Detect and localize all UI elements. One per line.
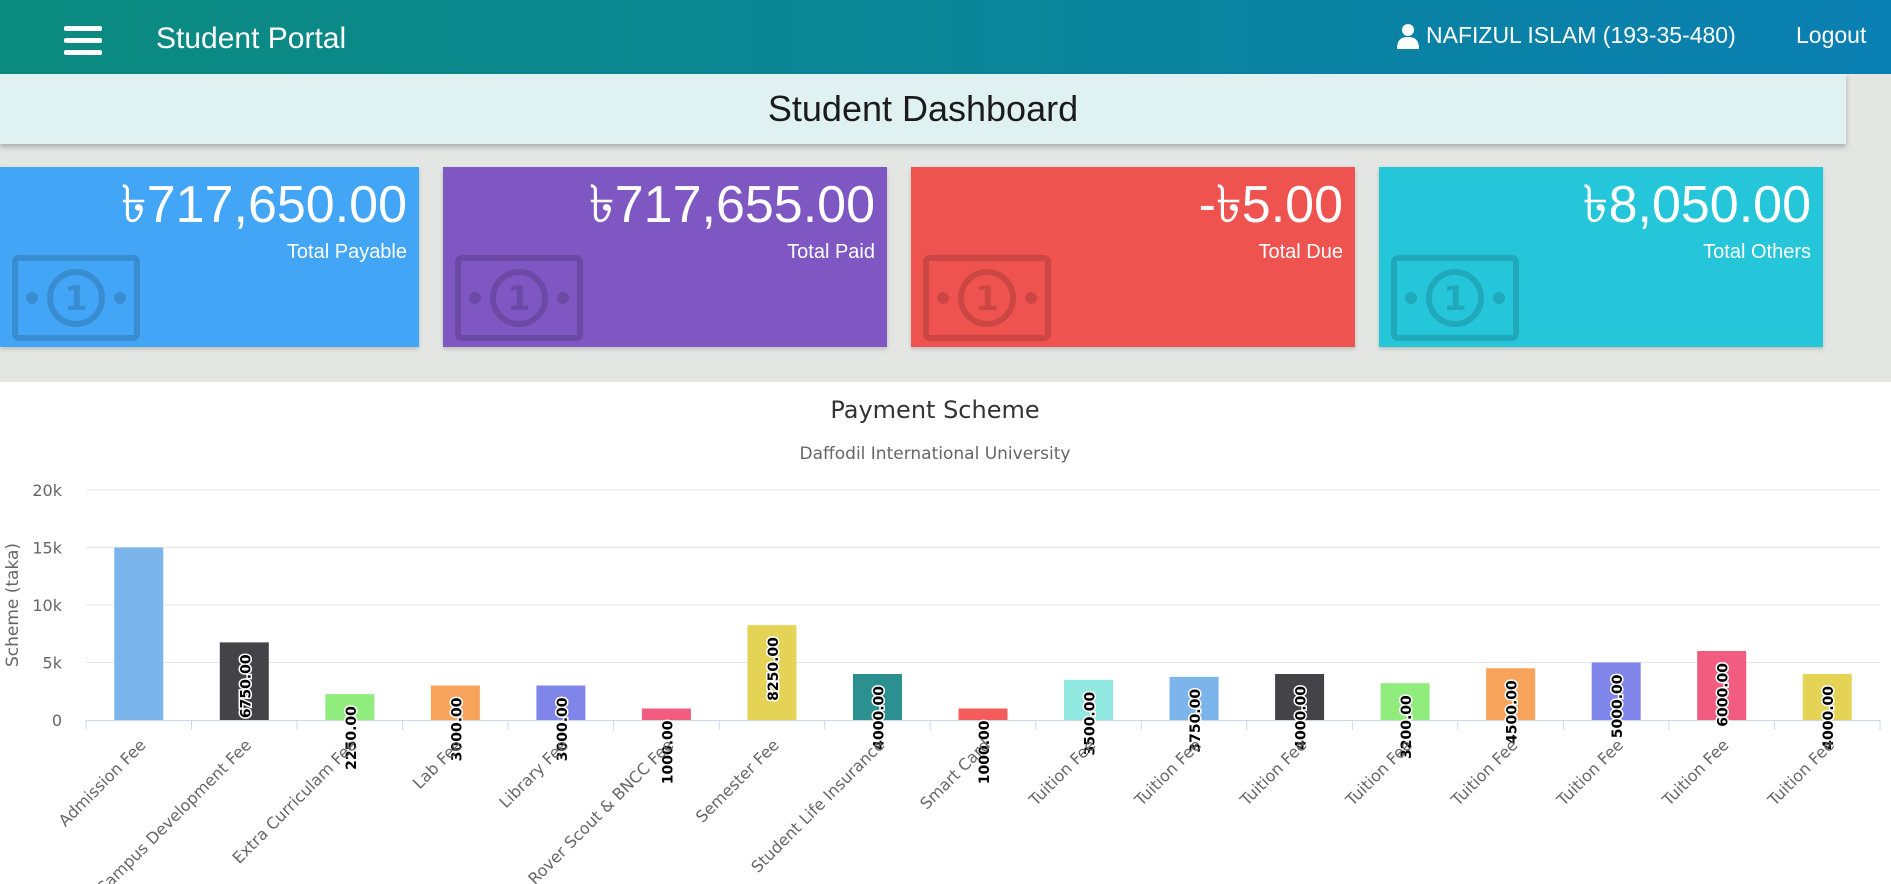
y-tick-label: 5k (43, 654, 63, 673)
total-paid-amount: ৳717,655.00 (588, 176, 875, 234)
data-label: 6750.00 (238, 654, 254, 718)
total-due-label: Total Due (1258, 241, 1344, 263)
y-tick-label: 20k (32, 481, 62, 500)
x-category-label: Tuition Fee (1447, 735, 1522, 810)
y-tick-label: 0 (52, 711, 62, 730)
bar (641, 708, 691, 720)
money-bill-icon: 1 (923, 255, 1051, 341)
total-payable-label: Total Payable (286, 241, 407, 263)
y-tick-label: 10k (32, 596, 62, 615)
total-others-card: 1 ৳8,050.00 Total Others (1379, 167, 1823, 347)
x-category-label: Tuition Fee (1341, 735, 1416, 810)
svg-text:1: 1 (507, 279, 531, 319)
bar (958, 708, 1008, 720)
x-category-label: Tuition Fee (1763, 735, 1838, 810)
x-category-label: Semester Fee (692, 735, 783, 826)
svg-text:1: 1 (64, 279, 88, 319)
page-title: Student Dashboard (767, 88, 1079, 129)
total-payable-card: 1 ৳717,650.00 Total Payable (0, 167, 419, 347)
total-paid-label: Total Paid (787, 241, 875, 263)
x-category-label: Tuition Fee (1025, 735, 1100, 810)
x-category-label: Admission Fee (55, 735, 150, 830)
total-due-card: 1 -৳5.00 Total Due (911, 167, 1355, 347)
user-menu[interactable]: NAFIZUL ISLAM (193-35-480) (1396, 22, 1736, 49)
user-name: NAFIZUL ISLAM (193-35-480) (1426, 22, 1736, 48)
hamburger-icon[interactable] (64, 26, 102, 56)
total-payable-amount: ৳717,650.00 (120, 176, 407, 234)
x-category-label: Tuition Fee (1552, 735, 1627, 810)
logout-link[interactable]: Logout (1796, 22, 1866, 49)
data-label: 5000.00 (1610, 674, 1626, 738)
chart-plot: 0 5k 10k 15k 20k Scheme (taka) Admission Fee 67… (3, 481, 1881, 884)
total-paid-card: 1 ৳717,655.00 Total Paid (443, 167, 887, 347)
app-title[interactable]: Student Portal (156, 22, 346, 56)
svg-text:1: 1 (975, 279, 999, 319)
total-due-amount: -৳5.00 (1198, 176, 1343, 234)
x-category-label: Tuition Fee (1236, 735, 1311, 810)
y-tick-label: 15k (32, 539, 62, 558)
total-others-label: Total Others (1703, 241, 1811, 263)
money-bill-icon: 1 (1391, 255, 1519, 341)
dashboard-header: Student Dashboard (0, 74, 1846, 144)
data-label: 8250.00 (766, 637, 782, 701)
svg-text:1: 1 (1443, 279, 1467, 319)
y-axis-title: Scheme (taka) (3, 543, 23, 667)
payment-scheme-chart: Payment Scheme Daffodil International Un… (0, 382, 1891, 884)
total-others-amount: ৳8,050.00 (1582, 176, 1811, 234)
data-label: 4500.00 (1505, 680, 1521, 744)
money-bill-icon: 1 (12, 255, 140, 341)
x-category-label: Tuition Fee (1130, 735, 1205, 810)
data-label: 6000.00 (1716, 663, 1732, 727)
bar (114, 547, 164, 720)
x-category-label: Tuition Fee (1658, 735, 1733, 810)
x-category-label: Library Fee (495, 735, 571, 811)
x-category-label: Lab Fee (409, 735, 466, 792)
money-bill-icon: 1 (455, 255, 583, 341)
top-navbar: Student Portal NAFIZUL ISLAM (193-35-480… (0, 0, 1891, 74)
user-icon (1397, 23, 1419, 49)
